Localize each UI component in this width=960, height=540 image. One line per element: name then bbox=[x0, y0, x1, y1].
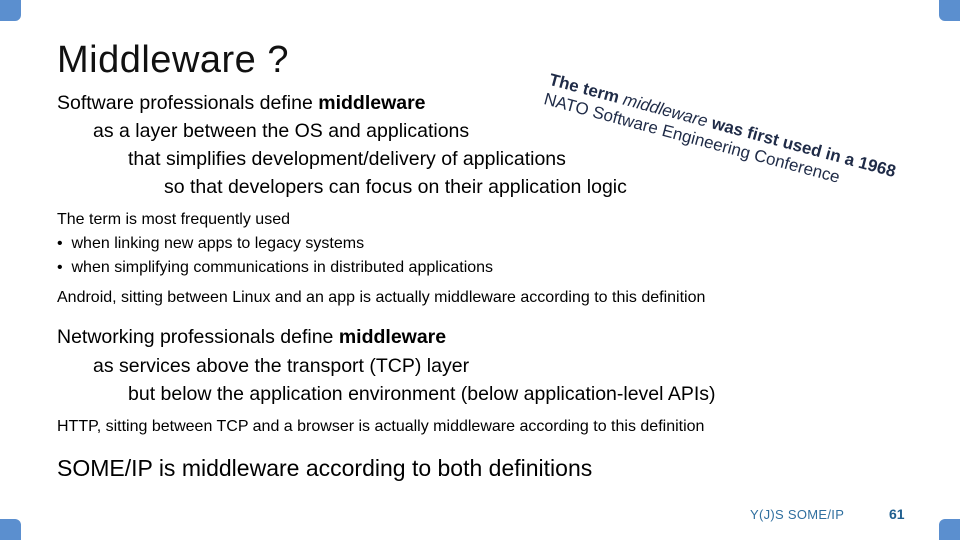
page-number: 61 bbox=[889, 506, 905, 522]
usage-bullet: • when simplifying communications in dis… bbox=[57, 259, 493, 277]
conclusion: SOME/IP is middleware according to both … bbox=[57, 455, 593, 481]
software-definition-line: as a layer between the OS and applicatio… bbox=[93, 120, 470, 142]
software-lead-text: Software professionals define bbox=[57, 92, 319, 114]
corner-decoration-bottom-left bbox=[0, 519, 21, 540]
bullet-text: when simplifying communications in distr… bbox=[71, 259, 494, 276]
android-note: Android, sitting between Linux and an ap… bbox=[57, 289, 706, 306]
networking-definition-lead: Networking professionals define middlewa… bbox=[57, 326, 446, 349]
software-definition-lead: Software professionals define middleware bbox=[57, 92, 426, 115]
networking-definition-line: as services above the transport (TCP) la… bbox=[93, 355, 470, 377]
usage-bullet: • when linking new apps to legacy system… bbox=[57, 235, 364, 253]
software-lead-keyword: middleware bbox=[318, 92, 426, 114]
callout-line-1: The term middleware was first used in a … bbox=[547, 70, 898, 182]
slide-title: Middleware ? bbox=[57, 39, 289, 82]
bullet-icon: • bbox=[57, 259, 63, 276]
software-definition-line: so that developers can focus on their ap… bbox=[164, 176, 627, 198]
bullet-icon: • bbox=[57, 235, 63, 252]
networking-lead-keyword: middleware bbox=[338, 326, 447, 348]
corner-decoration-top-right bbox=[939, 0, 960, 21]
software-definition-line: that simplifies development/delivery of … bbox=[128, 148, 566, 170]
footer-label: Y(J)S SOME/IP bbox=[750, 507, 845, 522]
http-note: HTTP, sitting between TCP and a browser … bbox=[57, 418, 705, 435]
usage-intro: The term is most frequently used bbox=[57, 211, 290, 228]
networking-definition-line: but below the application environment (b… bbox=[128, 383, 716, 405]
corner-decoration-bottom-right bbox=[939, 519, 960, 540]
bullet-text: when linking new apps to legacy systems bbox=[71, 235, 365, 252]
corner-decoration-top-left bbox=[0, 0, 21, 21]
networking-lead-text: Networking professionals define bbox=[57, 326, 339, 348]
